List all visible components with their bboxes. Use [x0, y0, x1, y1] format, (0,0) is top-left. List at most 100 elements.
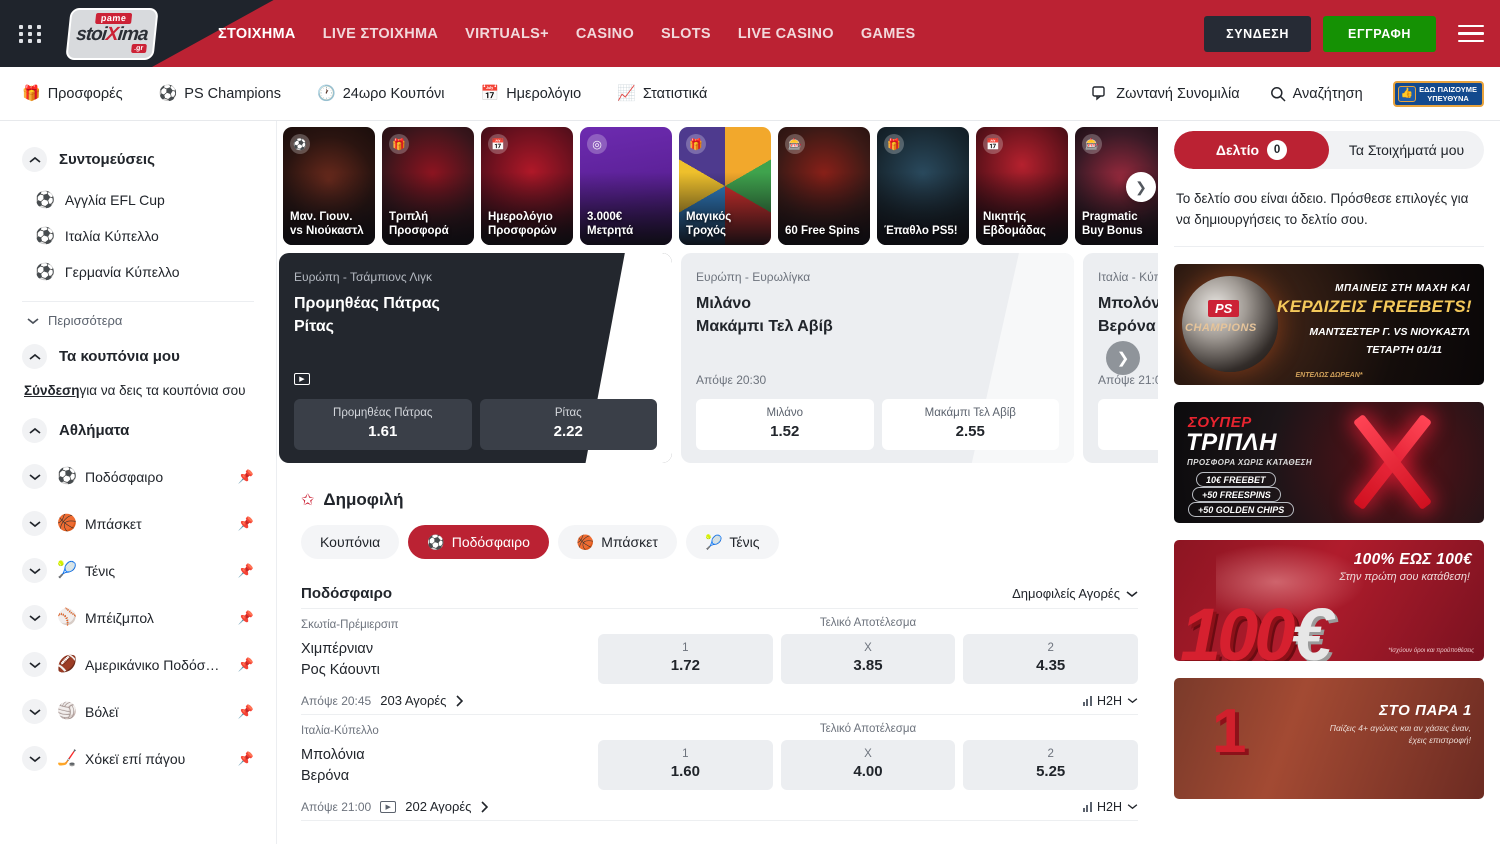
chevron-down-icon[interactable]	[22, 746, 47, 771]
odd-label: Μακάμπι Τελ Αβίβ	[888, 407, 1054, 419]
sports-section-header[interactable]: Αθλήματα	[22, 418, 254, 443]
shortcut-item-italia-kypello[interactable]: ⚽ Ιταλία Κύπελλο	[22, 218, 254, 254]
pin-icon[interactable]: 📌	[238, 610, 254, 626]
promo-tile[interactable]: 🎰 60 Free Spins	[778, 127, 870, 245]
promo-tile[interactable]: 🎁 Τριπλή Προσφορά	[382, 127, 474, 245]
volleyball-icon: 🏐	[57, 704, 75, 720]
event-info[interactable]: Σκωτία-Πρέμιερσιπ Χιμπέρνιαν Ρος Κάουντι	[301, 617, 598, 681]
responsible-gaming-badge[interactable]: 👍 ΕΔΩ ΠΑΙΖΟΥΜΕ ΥΠΕΥΘΥΝΑ	[1393, 81, 1484, 107]
chevron-down-icon[interactable]	[22, 652, 47, 677]
promo-banner-ps-champions[interactable]: PS CHAMPIONS ΜΠΑΙΝΕΙΣ ΣΤΗ ΜΑΧΗ ΚΑΙ ΚΕΡΔΙ…	[1174, 264, 1484, 385]
featured-match-card[interactable]: Ευρώπη - Τσάμπιονς Λιγκ Προμηθέας Πάτρας…	[279, 253, 672, 463]
event-h2h-button[interactable]: H2H	[1083, 800, 1138, 814]
event-info[interactable]: Ιταλία-Κύπελλο Μπολόνια Βερόνα	[301, 723, 598, 787]
odd-button[interactable]: Ρίτας 2.22	[480, 399, 658, 450]
sidebar-item-24h-coupon[interactable]: 🕐 24ωρο Κουπόνι	[317, 86, 445, 102]
tab-my-bets[interactable]: Τα Στοιχήματά μου	[1329, 131, 1484, 169]
promo-tile[interactable]: 📅 Νικητής Εβδομάδας	[976, 127, 1068, 245]
promo-tile[interactable]: 🎁 Έπαθλο PS5!	[877, 127, 969, 245]
featured-matches-next-button[interactable]: ❯	[1106, 341, 1140, 375]
banner-amount-number: 100	[1180, 593, 1291, 661]
tab-basketball[interactable]: 🏀 Μπάσκετ	[558, 525, 677, 559]
chevron-right-icon[interactable]	[480, 801, 488, 813]
featured-match-card[interactable]: Ευρώπη - Ευρωλίγκα Μιλάνο Μακάμπι Τελ Αβ…	[681, 253, 1074, 463]
sidebar-item-football[interactable]: ⚽ Ποδόσφαιρο 📌	[22, 453, 254, 500]
nav-item-live-casino[interactable]: LIVE CASINO	[738, 26, 834, 42]
my-coupons-section-header[interactable]: Τα κουπόνια μου	[22, 344, 254, 369]
away-team-name: Μακάμπι Τελ Αβίβ	[696, 318, 833, 336]
chevron-down-icon[interactable]	[22, 605, 47, 630]
promo-carousel-next-button[interactable]: ❯	[1126, 172, 1156, 202]
odd-button[interactable]: Μιλάνο 1.52	[696, 399, 874, 450]
event-markets-count[interactable]: 203 Αγορές	[380, 693, 446, 708]
event-markets-count[interactable]: 202 Αγορές	[405, 799, 471, 814]
sidebar-item-basketball[interactable]: 🏀 Μπάσκετ 📌	[22, 500, 254, 547]
apps-grid-icon[interactable]	[14, 22, 48, 46]
promo-banner-sto-para-1[interactable]: 1 ΣΤΟ ΠΑΡΑ 1 Παίζεις 4+ αγώνες και αν χά…	[1174, 678, 1484, 799]
nav-item-live-stoixima[interactable]: LIVE ΣΤΟΙΧΗΜΑ	[323, 26, 438, 42]
nav-item-casino[interactable]: CASINO	[576, 26, 634, 42]
odd-button[interactable]: 1 1.60	[1098, 399, 1158, 450]
tv-play-icon[interactable]: ▶	[294, 373, 310, 385]
chevron-down-icon[interactable]	[22, 511, 47, 536]
sidebar-item-baseball[interactable]: ⚾ Μπέιζμπολ 📌	[22, 594, 254, 641]
match-away-line: Ρίτας 58	[294, 318, 657, 336]
pin-icon[interactable]: 📌	[238, 469, 254, 485]
odd-button-x[interactable]: X 4.00	[781, 740, 956, 790]
odd-button[interactable]: Μακάμπι Τελ Αβίβ 2.55	[882, 399, 1060, 450]
shortcuts-section-header[interactable]: Συντομεύσεις	[22, 147, 254, 172]
chevron-right-icon[interactable]	[455, 695, 463, 707]
pin-icon[interactable]: 📌	[238, 704, 254, 720]
hamburger-menu-icon[interactable]	[1458, 20, 1484, 48]
site-logo[interactable]: pame stoiXima .gr	[55, 10, 168, 58]
odd-button-1[interactable]: 1 1.60	[598, 740, 773, 790]
nav-item-virtuals[interactable]: VIRTUALS+	[465, 26, 549, 42]
sidebar-item-american-football[interactable]: 🏈 Αμερικάνικο Ποδόσ… 📌	[22, 641, 254, 688]
markets-filter-dropdown[interactable]: Δημοφιλείς Αγορές	[1012, 586, 1138, 601]
odd-button[interactable]: Προμηθέας Πάτρας 1.61	[294, 399, 472, 450]
shortcuts-more-button[interactable]: Περισσότερα	[22, 302, 254, 332]
sidebar-item-ps-champions[interactable]: ⚽ PS Champions	[159, 86, 281, 102]
nav-item-games[interactable]: GAMES	[861, 26, 916, 42]
odd-button-x[interactable]: X 3.85	[781, 634, 956, 684]
sidebar-item-calendar[interactable]: 📅 Ημερολόγιο	[481, 86, 582, 102]
tab-football[interactable]: ⚽ Ποδόσφαιρο	[408, 525, 549, 559]
register-button[interactable]: ΕΓΓΡΑΦΗ	[1323, 16, 1436, 52]
promo-tile[interactable]: ⚽ Μαν. Γιουν. vs Νιούκαστλ	[283, 127, 375, 245]
chevron-down-icon[interactable]	[22, 464, 47, 489]
tab-tennis[interactable]: 🎾 Τένις	[686, 525, 779, 559]
sidebar-item-tennis[interactable]: 🎾 Τένις 📌	[22, 547, 254, 594]
left-sidebar: Συντομεύσεις ⚽ Αγγλία EFL Cup ⚽ Ιταλία Κ…	[0, 121, 277, 844]
pin-icon[interactable]: 📌	[238, 751, 254, 767]
promo-tile[interactable]: 📅 Ημερολόγιο Προσφορών	[481, 127, 573, 245]
live-chat-button[interactable]: Ζωντανή Συνομιλία	[1092, 86, 1239, 102]
sidebar-item-offers[interactable]: 🎁 Προσφορές	[22, 86, 123, 102]
promo-banner-souper-tripli[interactable]: ΣΟΥΠΕΡ ΤΡΙΠΛΗ ΠΡΟΣΦΟΡΑ ΧΩΡΙΣ ΚΑΤΑΘΕΣΗ 10…	[1174, 402, 1484, 523]
chevron-down-icon[interactable]	[22, 699, 47, 724]
pin-icon[interactable]: 📌	[238, 563, 254, 579]
shortcut-item-germania-kypello[interactable]: ⚽ Γερμανία Κύπελλο	[22, 254, 254, 290]
odd-button-2[interactable]: 2 5.25	[963, 740, 1138, 790]
login-button[interactable]: ΣΥΝΔΕΣΗ	[1204, 16, 1311, 52]
odd-button-2[interactable]: 2 4.35	[963, 634, 1138, 684]
promo-tile[interactable]: 🎁 Μαγικός Τροχός	[679, 127, 771, 245]
search-button[interactable]: Αναζήτηση	[1270, 86, 1363, 102]
sidebar-item-ice-hockey[interactable]: 🏒 Χόκεϊ επί πάγου 📌	[22, 735, 254, 782]
pin-icon[interactable]: 📌	[238, 657, 254, 673]
nav-item-slots[interactable]: SLOTS	[661, 26, 711, 42]
sidebar-item-volleyball[interactable]: 🏐 Βόλεϊ 📌	[22, 688, 254, 735]
tab-betslip[interactable]: Δελτίο 0	[1174, 131, 1329, 169]
odd-button-1[interactable]: 1 1.72	[598, 634, 773, 684]
promo-banner-first-deposit[interactable]: 100€ 100% ΕΩΣ 100€ Στην πρώτη σου κατάθε…	[1174, 540, 1484, 661]
nav-item-stoixima[interactable]: ΣΤΟΙΧΗΜΑ	[218, 26, 296, 42]
promo-tile[interactable]: ◎ 3.000€ Μετρητά	[580, 127, 672, 245]
chevron-down-icon[interactable]	[22, 558, 47, 583]
tv-play-icon[interactable]: ▶	[380, 801, 396, 813]
sidebar-item-statistics[interactable]: 📈 Στατιστικά	[617, 86, 707, 102]
tab-coupons[interactable]: Κουπόνια	[301, 525, 399, 559]
shortcut-item-efl-cup[interactable]: ⚽ Αγγλία EFL Cup	[22, 182, 254, 218]
coupons-login-link[interactable]: Σύνδεση	[24, 383, 80, 398]
pin-icon[interactable]: 📌	[238, 516, 254, 532]
banner-pill-goldenchips: +50 GOLDEN CHIPS	[1188, 502, 1294, 517]
event-h2h-button[interactable]: H2H	[1083, 694, 1138, 708]
